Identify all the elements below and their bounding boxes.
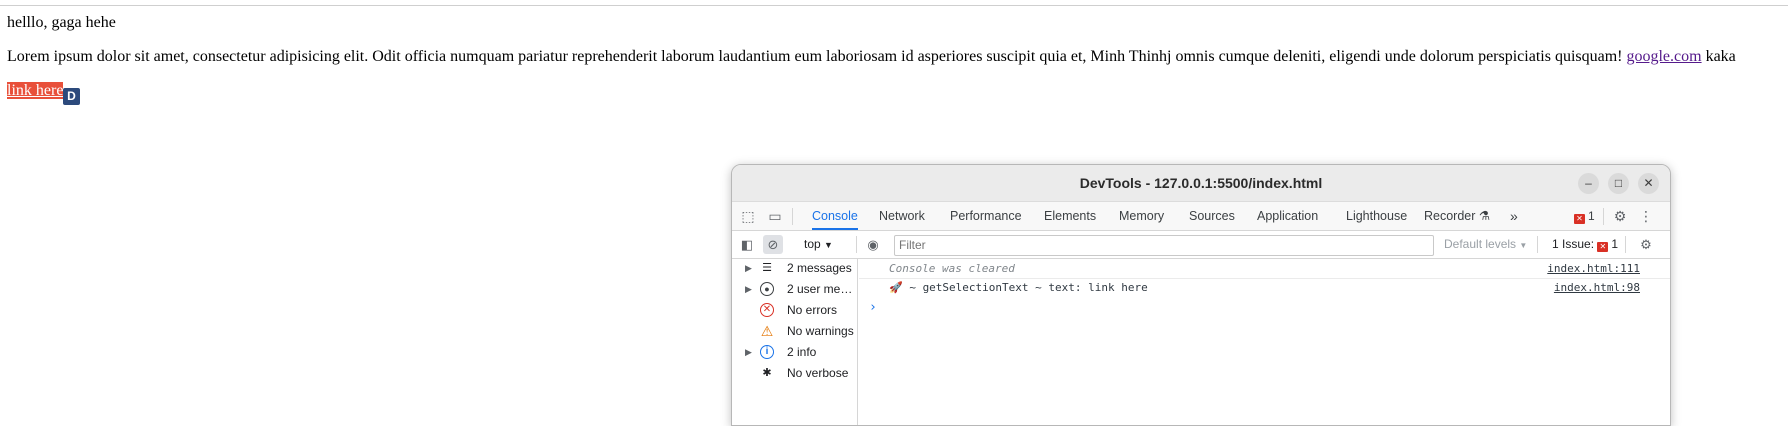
issues-counter[interactable]: 1 Issue: ✕ 1 — [1552, 237, 1618, 252]
minimize-button[interactable]: – — [1578, 173, 1599, 194]
error-count: 1 — [1588, 209, 1595, 223]
sidebar-item-user-messages[interactable]: ▶ ● 2 user me… — [732, 279, 857, 300]
console-filterbar: ◧ ⊘ top ▼ ◉ Default levels ▼ 1 Issue: ✕1… — [732, 231, 1670, 259]
selected-link-here[interactable]: link here — [7, 82, 64, 99]
more-tabs-button[interactable]: » — [1510, 202, 1518, 230]
sidebar-item-label: No warnings — [787, 324, 854, 338]
lorem-paragraph: Lorem ipsum dolor sit amet, consectetur … — [7, 47, 1782, 67]
tabbar-divider — [792, 208, 793, 225]
expand-caret-icon[interactable]: ▶ — [745, 258, 752, 279]
levels-chevron-icon: ▼ — [1519, 241, 1528, 250]
expand-caret-icon[interactable]: ▶ — [745, 342, 752, 363]
default-levels-label: Default levels — [1444, 237, 1517, 251]
tab-memory[interactable]: Memory — [1119, 202, 1164, 230]
sidebar-item-errors[interactable]: ✕ No errors — [732, 300, 857, 321]
inspect-element-icon[interactable]: ⬚ — [738, 206, 758, 226]
chevron-down-icon: ▼ — [824, 240, 833, 250]
sidebar-item-label: No verbose — [787, 366, 849, 380]
list-icon: ☰ — [762, 262, 772, 274]
console-message-text: 🚀 ~ getSelectionText ~ text: link here — [889, 281, 1148, 294]
flask-icon: ⚗ — [1478, 209, 1491, 223]
sidebar-toggle-icon[interactable]: ◧ — [737, 235, 757, 254]
tab-recorder[interactable]: Recorder ⚗ — [1424, 202, 1490, 230]
issue-flag-icon: ✕ — [1597, 242, 1609, 252]
tab-lighthouse[interactable]: Lighthouse — [1346, 202, 1407, 230]
console-sidebar: ▶ ☰ 2 messages ▶ ● 2 user me… ✕ No error… — [732, 258, 858, 425]
paragraph-tail: kaka — [1705, 48, 1736, 65]
devtools-title: DevTools - 127.0.0.1:5500/index.html — [1079, 175, 1323, 191]
sidebar-item-info[interactable]: ▶ i 2 info — [732, 342, 857, 363]
filterbar-divider-3 — [1625, 236, 1626, 253]
context-selector[interactable]: top ▼ — [804, 237, 833, 251]
extension-d-badge-icon[interactable]: D — [63, 88, 80, 105]
sidebar-item-label: 2 user me… — [787, 282, 853, 296]
greeting-text: helllo, gaga hehe — [7, 14, 116, 31]
issues-count: 1 — [1611, 237, 1619, 251]
sidebar-item-warnings[interactable]: ⚠ No warnings — [732, 321, 857, 342]
settings-gear-icon[interactable]: ⚙ — [1610, 206, 1630, 226]
close-button[interactable]: ✕ — [1638, 173, 1659, 194]
sidebar-item-label: 2 messages — [787, 261, 852, 275]
info-icon: i — [760, 345, 774, 359]
filterbar-divider — [856, 236, 857, 253]
sidebar-item-label: 2 info — [787, 345, 817, 359]
warning-icon: ⚠ — [760, 323, 774, 339]
clear-console-icon[interactable]: ⊘ — [763, 235, 783, 254]
link-row: link here D — [7, 81, 1782, 105]
tab-elements[interactable]: Elements — [1044, 202, 1096, 230]
error-flag-icon: ✕ — [1574, 214, 1585, 224]
devtools-window: DevTools - 127.0.0.1:5500/index.html – □… — [731, 164, 1671, 426]
devtools-titlebar[interactable]: DevTools - 127.0.0.1:5500/index.html – □… — [732, 165, 1670, 202]
error-icon: ✕ — [760, 303, 774, 317]
filterbar-divider-2 — [1537, 236, 1538, 253]
paragraph-text: Lorem ipsum dolor sit amet, consectetur … — [7, 48, 1623, 65]
user-icon: ● — [760, 282, 774, 296]
tab-network[interactable]: Network — [879, 202, 925, 230]
tab-sources[interactable]: Sources — [1189, 202, 1235, 230]
tab-performance[interactable]: Performance — [950, 202, 1022, 230]
console-output[interactable]: Console was cleared index.html:111 🚀 ~ g… — [859, 258, 1670, 425]
source-link[interactable]: index.html:98 — [1554, 279, 1640, 297]
device-toolbar-icon[interactable]: ▭ — [765, 206, 785, 226]
source-link[interactable]: index.html:111 — [1547, 260, 1640, 278]
console-message-cleared: Console was cleared index.html:111 — [859, 260, 1670, 279]
default-levels-dropdown[interactable]: Default levels ▼ — [1444, 237, 1527, 251]
kebab-menu-icon[interactable]: ⋮ — [1636, 206, 1656, 226]
sidebar-item-verbose[interactable]: ✱ No verbose — [732, 363, 857, 384]
tab-console[interactable]: Console — [812, 202, 858, 230]
console-settings-gear-icon[interactable]: ⚙ — [1636, 235, 1656, 254]
tabbar-divider-right — [1603, 208, 1604, 225]
sidebar-item-label: No errors — [787, 303, 838, 317]
sidebar-item-messages[interactable]: ▶ ☰ 2 messages — [732, 258, 857, 279]
eye-icon[interactable]: ◉ — [863, 235, 883, 254]
console-prompt-icon[interactable]: › — [869, 300, 877, 315]
google-link[interactable]: google.com — [1626, 48, 1701, 65]
console-message-text: Console was cleared — [889, 262, 1015, 275]
filter-input[interactable] — [894, 235, 1434, 256]
console-message-log: 🚀 ~ getSelectionText ~ text: link here i… — [859, 279, 1670, 297]
tab-application[interactable]: Application — [1257, 202, 1318, 230]
bug-icon: ✱ — [762, 367, 772, 379]
error-count-badge[interactable]: ✕ 1 — [1574, 209, 1595, 224]
issues-label: 1 Issue: — [1552, 237, 1595, 251]
maximize-button[interactable]: □ — [1608, 173, 1629, 194]
context-value: top — [804, 237, 821, 251]
devtools-tabbar: ⬚ ▭ Console Network Performance Elements… — [732, 202, 1670, 231]
browser-viewport-top-edge — [0, 0, 1788, 6]
page-content: helllo, gaga hehe Lorem ipsum dolor sit … — [7, 13, 1782, 105]
tab-recorder-label: Recorder — [1424, 209, 1476, 223]
expand-caret-icon[interactable]: ▶ — [745, 279, 752, 300]
